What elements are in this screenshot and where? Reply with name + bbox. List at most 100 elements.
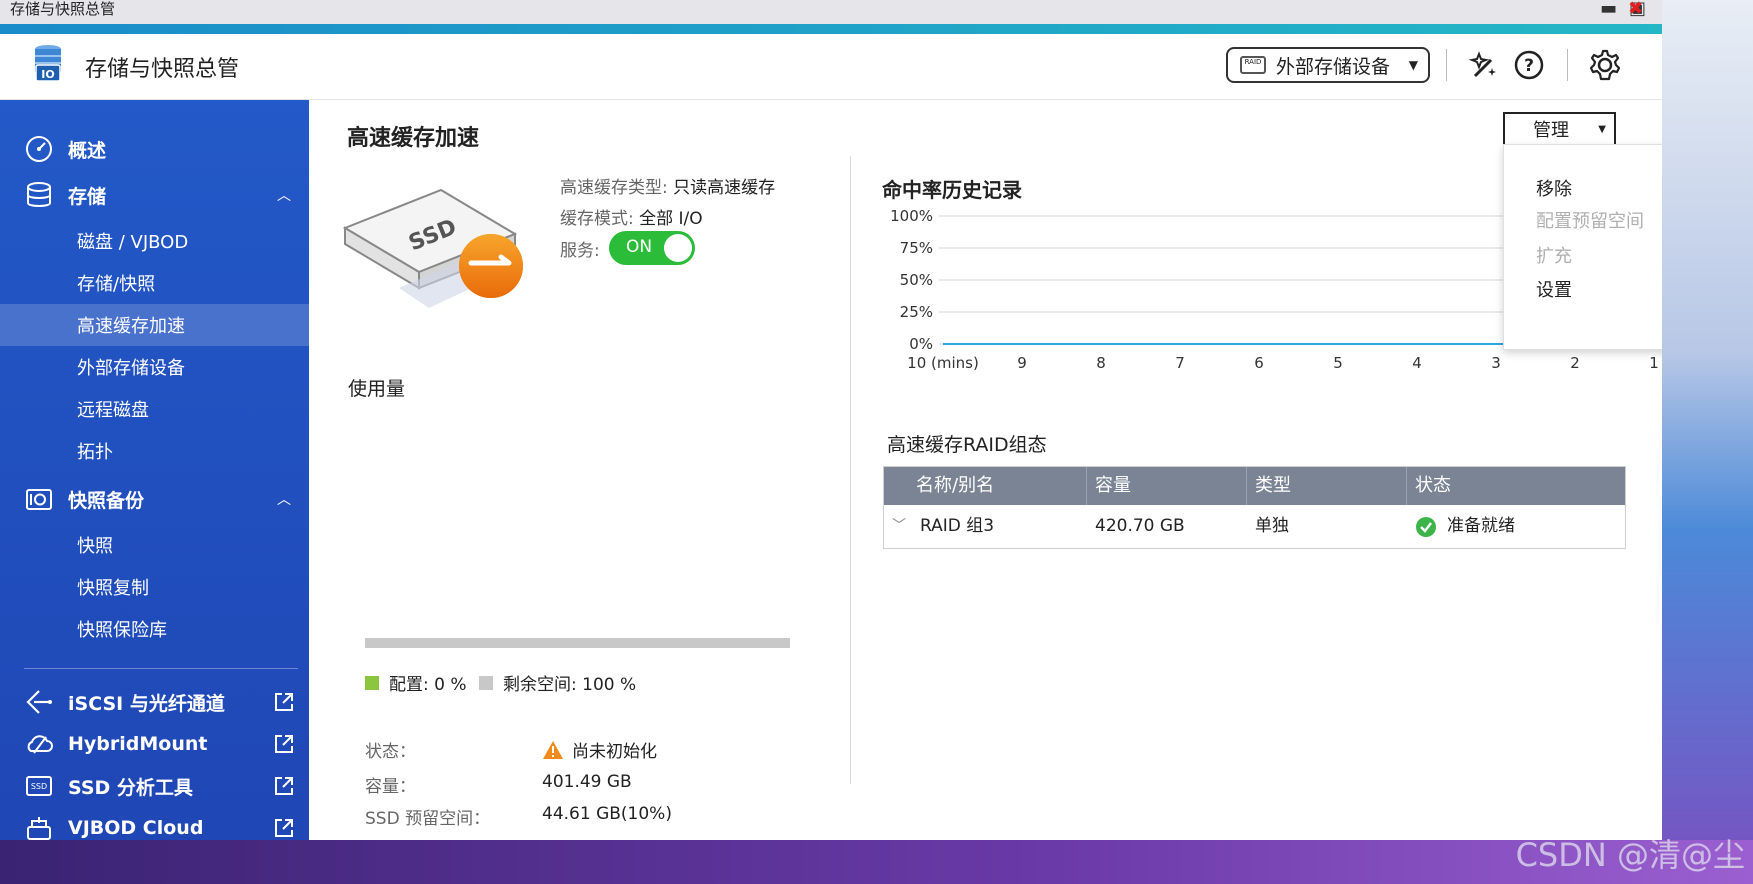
external-link-icon[interactable] [273, 733, 295, 755]
sidebar-divider [24, 668, 298, 669]
check-circle-icon [1416, 516, 1436, 537]
chevron-up-icon[interactable]: ︿ [277, 489, 291, 509]
sidebar-item-label: 快照备份 [68, 489, 145, 512]
sidebar-item-label: 拓扑 [77, 442, 113, 463]
sidebar-item-topology[interactable]: 拓扑 [0, 430, 309, 472]
sidebar-item-label: 快照 [77, 536, 113, 557]
chevron-down-icon: ▼ [1408, 58, 1418, 72]
status-value: 尚未初始化 [572, 742, 657, 762]
minimize-icon[interactable]: ▬ [1600, 0, 1617, 18]
menu-item-remove[interactable]: 移除 [1536, 175, 1572, 201]
raid-status-cell: 准备就绪 [1407, 505, 1625, 548]
column-header-type[interactable]: 类型 [1247, 467, 1407, 505]
x-tick-label: 7 [1175, 354, 1185, 372]
column-header-status[interactable]: 状态 [1407, 467, 1625, 505]
sidebar-item-snapshot-replica[interactable]: 快照复制 [0, 566, 309, 608]
sidebar: 概述 存储 ︿ 磁盘 / VJBOD 存储/快照 高速缓存加速 外部存储设备 远… [0, 100, 309, 840]
cache-mode-row: 缓存模式: 全部 I/O [560, 204, 703, 229]
dashboard-gauge-icon [26, 136, 52, 162]
legend-free-text: 剩余空间: 100 % [503, 675, 637, 695]
warning-icon [543, 740, 563, 759]
gear-icon[interactable] [1588, 48, 1622, 82]
raid-table-header: 名称/别名 容量 类型 状态 [884, 467, 1625, 505]
capacity-key: 容量： [365, 777, 416, 797]
external-link-icon[interactable] [273, 691, 295, 713]
app-title: 存储与快照总管 [85, 57, 240, 82]
desktop-wallpaper-right [1660, 0, 1753, 884]
svg-text:?: ? [1524, 56, 1534, 76]
sidebar-item-vjbod-cloud[interactable]: VJBOD Cloud [0, 807, 309, 840]
x-tick-label: 5 [1333, 354, 1343, 372]
menu-item-settings[interactable]: 设置 [1536, 276, 1572, 302]
usage-bar [365, 638, 790, 648]
y-tick-label: 75% [900, 239, 933, 257]
chevron-down-icon: ▼ [1598, 123, 1606, 135]
manage-button-label: 管理 [1533, 120, 1569, 141]
sidebar-item-remote-disk[interactable]: 远程磁盘 [0, 388, 309, 430]
chevron-up-icon[interactable]: ︿ [277, 185, 291, 205]
service-toggle[interactable]: ON [609, 231, 695, 265]
cache-type-label: 高速缓存类型: [560, 178, 674, 198]
sidebar-item-snapshot-backup[interactable]: 快照备份 ︿ [0, 478, 309, 520]
x-tick-label: 4 [1412, 354, 1422, 372]
hybridmount-cloud-icon [27, 735, 53, 754]
sidebar-item-label: 概述 [68, 139, 107, 162]
sidebar-item-label: 远程磁盘 [77, 400, 149, 421]
sidebar-item-label: iSCSI 与光纤通道 [68, 692, 225, 715]
accent-bar [0, 24, 1662, 34]
menu-item-expand: 扩充 [1536, 246, 1572, 267]
ssd-cache-illustration: SSD [342, 188, 523, 308]
hit-rate-history-title: 命中率历史记录 [882, 178, 1022, 202]
chevron-down-icon[interactable]: ﹀ [892, 505, 906, 548]
manage-button[interactable]: 管理 ▼ [1503, 112, 1616, 146]
close-icon[interactable]: ✖ [1628, 0, 1643, 18]
sidebar-item-snapshot-vault[interactable]: 快照保险库 [0, 608, 309, 650]
app-header: IO 存储与快照总管 RAID 外部存储设备 ▼ ? [0, 34, 1662, 100]
legend-swatch [479, 675, 493, 690]
svg-text:IO: IO [41, 68, 54, 81]
y-tick-label: 25% [900, 303, 933, 321]
status-value-row: 尚未初始化 [542, 737, 657, 762]
sidebar-item-cache-acceleration[interactable]: 高速缓存加速 [0, 304, 309, 346]
manage-menu: 移除 配置预留空间 扩充 设置 [1503, 144, 1662, 350]
sidebar-item-storage-snapshots[interactable]: 存储/快照 [0, 262, 309, 304]
x-tick-label: 1 [1649, 354, 1659, 372]
storage-app-logo-icon: IO [35, 45, 61, 82]
ssd-reserved-value: 44.61 GB(10%) [542, 804, 672, 824]
sidebar-item-iscsi[interactable]: iSCSI 与光纤通道 [0, 681, 309, 723]
sidebar-item-overview[interactable]: 概述 [0, 128, 309, 170]
sidebar-item-label: 存储/快照 [77, 274, 156, 295]
sidebar-item-disks-vjbod[interactable]: 磁盘 / VJBOD [0, 220, 309, 262]
external-link-icon[interactable] [273, 775, 295, 797]
ssd-reserved-key: SSD 预留空间： [365, 809, 491, 829]
external-link-icon[interactable] [273, 817, 295, 839]
external-storage-dropdown[interactable]: RAID 外部存储设备 ▼ [1226, 47, 1430, 83]
header-divider [1446, 49, 1447, 81]
sidebar-item-snapshots[interactable]: 快照 [0, 524, 309, 566]
raid-icon: RAID [1240, 56, 1266, 74]
sidebar-item-external-storage[interactable]: 外部存储设备 [0, 346, 309, 388]
service-toggle-text: ON [626, 237, 653, 257]
window-titlebar: 存储与快照总管 ▬ ▣ ✖ [0, 0, 1662, 24]
service-label: 服务: [560, 241, 600, 261]
svg-text:SSD: SSD [31, 782, 47, 791]
sidebar-item-ssd-profiling[interactable]: SSD SSD 分析工具 [0, 765, 309, 807]
column-header-capacity[interactable]: 容量 [1087, 467, 1247, 505]
column-header-name[interactable]: 名称/别名 [884, 467, 1087, 505]
database-icon [27, 182, 51, 207]
magic-wand-icon[interactable] [1467, 48, 1501, 82]
cache-mode-value: 全部 I/O [639, 209, 703, 229]
sidebar-item-label: 外部存储设备 [77, 358, 185, 379]
sidebar-item-storage[interactable]: 存储 ︿ [0, 174, 309, 216]
x-tick-label: 9 [1017, 354, 1027, 372]
x-tick-label: 3 [1491, 354, 1501, 372]
raid-type: 单独 [1255, 516, 1289, 536]
y-tick-label: 100% [890, 207, 933, 225]
app-window: 存储与快照总管 ▬ ▣ ✖ IO 存储与快照总管 RAID 外部存储设备 ▼ ?… [0, 0, 1662, 840]
raid-capacity: 420.70 GB [1095, 516, 1185, 536]
header-divider [1567, 49, 1568, 81]
legend-free: 剩余空间: 100 % [479, 670, 636, 695]
help-icon[interactable]: ? [1512, 48, 1546, 82]
table-row[interactable]: ﹀ RAID 组3 420.70 GB 单独 准备就绪 [884, 505, 1625, 548]
sidebar-item-hybridmount[interactable]: HybridMount [0, 723, 309, 765]
